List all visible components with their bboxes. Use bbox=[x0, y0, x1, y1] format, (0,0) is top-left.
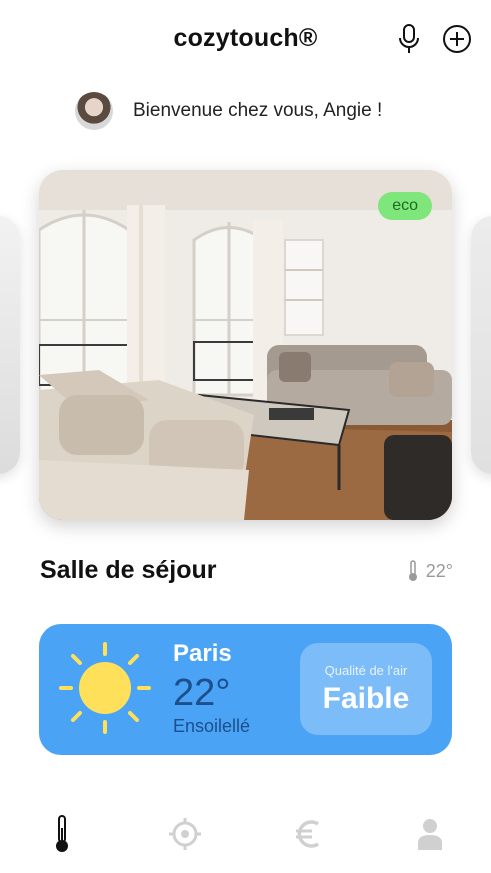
nav-target[interactable] bbox=[160, 812, 210, 856]
weather-temperature: 22° bbox=[173, 672, 231, 714]
avatar[interactable] bbox=[75, 92, 113, 130]
air-quality-label: Qualité de l'air bbox=[324, 663, 408, 678]
euro-icon bbox=[296, 820, 319, 848]
microphone-icon bbox=[399, 24, 419, 53]
next-room-card[interactable] bbox=[471, 216, 491, 474]
room-name: Salle de séjour bbox=[40, 556, 217, 584]
plus-circle-icon bbox=[443, 25, 471, 53]
bottom-navigation bbox=[0, 800, 491, 873]
previous-room-card[interactable] bbox=[0, 216, 20, 474]
room-temperature-value: 22° bbox=[425, 560, 453, 581]
weather-card[interactable]: Paris 22° Ensoilellé Qualité de l'air Fa… bbox=[39, 624, 452, 755]
add-button[interactable] bbox=[440, 22, 474, 56]
eco-badge: eco bbox=[378, 192, 432, 220]
sun-icon bbox=[59, 642, 151, 734]
voice-button[interactable] bbox=[392, 22, 426, 56]
weather-city: Paris bbox=[173, 640, 232, 667]
room-temperature: 22° bbox=[408, 560, 453, 582]
air-quality-box[interactable]: Qualité de l'air Faible bbox=[300, 643, 432, 735]
thermometer-icon bbox=[408, 560, 417, 581]
nav-profile[interactable] bbox=[405, 812, 455, 856]
app-screen: cozytouch® Bienvenue chez vous, Angie ! bbox=[0, 0, 491, 873]
room-photo bbox=[39, 170, 452, 520]
weather-condition: Ensoilellé bbox=[173, 716, 251, 736]
welcome-row: Bienvenue chez vous, Angie ! bbox=[75, 91, 382, 131]
room-card[interactable]: eco bbox=[39, 170, 452, 520]
target-icon bbox=[169, 818, 201, 850]
top-bar: cozytouch® bbox=[0, 0, 491, 82]
nav-temperature[interactable] bbox=[37, 812, 87, 856]
user-icon bbox=[418, 819, 442, 850]
welcome-message: Bienvenue chez vous, Angie ! bbox=[133, 100, 383, 121]
air-quality-value: Faible bbox=[322, 682, 410, 715]
nav-consumption[interactable] bbox=[283, 812, 333, 856]
thermometer-icon bbox=[56, 815, 68, 852]
